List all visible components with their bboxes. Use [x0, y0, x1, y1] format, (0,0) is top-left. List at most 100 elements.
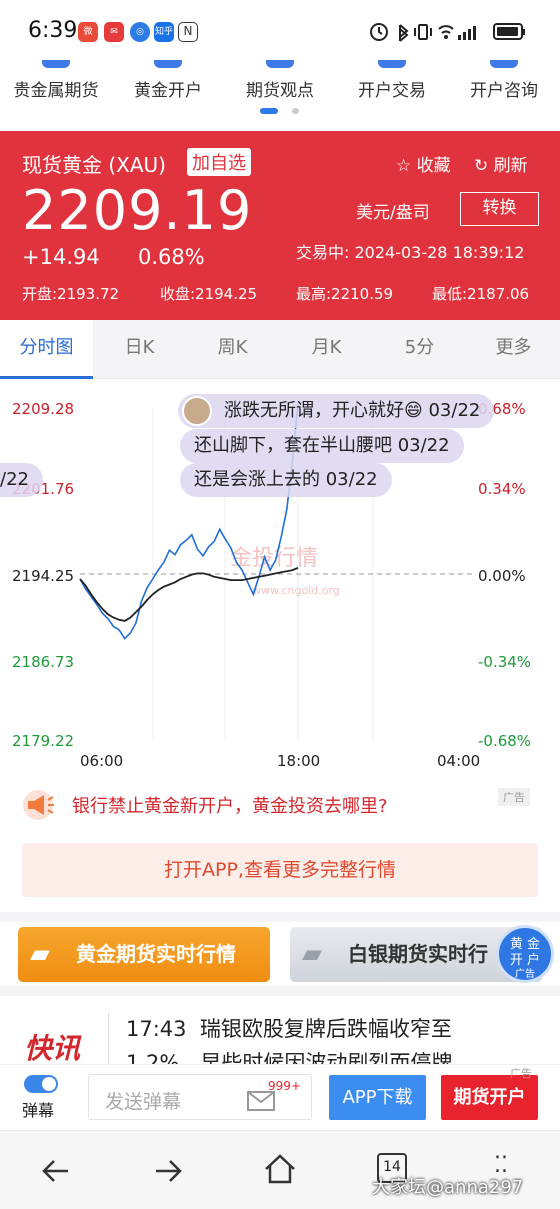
section-divider	[0, 986, 560, 996]
browser-nav-bar: 14 ⁚⁚ 大家坛@anna297	[0, 1130, 560, 1209]
star-icon: ☆	[396, 156, 412, 176]
danmu-bubble: 还是会涨上去的 03/22	[180, 463, 392, 497]
news-time: 17:43	[126, 1017, 187, 1041]
chart-watermark-url: www.cngold.org	[252, 584, 340, 597]
intraday-chart: 金投行情 www.cngold.org 2209.28 2201.76 2194…	[0, 380, 560, 780]
alarm-icon	[370, 23, 388, 41]
gold-account-float-button[interactable]: 黄 金 开 户 广告	[496, 925, 554, 983]
gold-bar-icon: ▰	[30, 939, 50, 969]
nav-item-consult[interactable]: 开户咨询	[448, 76, 560, 101]
convert-button[interactable]: 转换	[460, 192, 539, 226]
tab-intraday[interactable]: 分时图	[0, 320, 93, 379]
tab-5min[interactable]: 5分	[373, 320, 466, 379]
megaphone-icon	[23, 790, 54, 820]
chart-tabs: 分时图 日K 周K 月K 5分 更多	[0, 320, 560, 379]
vibrate-icon	[414, 24, 432, 40]
danmu-input-bar: 弹幕 发送弹幕 999+ APP下载 期货开户 广告	[0, 1064, 560, 1130]
battery-icon	[493, 23, 525, 40]
danmu-bubble: 涨跌无所谓，开心就好😄 03/22	[178, 394, 495, 428]
nav-icon-stub	[378, 60, 406, 68]
nav-item-precious-metals[interactable]: 贵金属期货	[0, 76, 112, 101]
flash-news-badge: 快讯	[24, 1032, 81, 1065]
low-price: 最低:2187.06	[432, 285, 530, 303]
ad-tag: 广告	[510, 1067, 532, 1080]
back-icon[interactable]	[38, 1153, 74, 1189]
nav-item-gold-account[interactable]: 黄金开户	[112, 76, 224, 101]
price-unit: 美元/盎司	[356, 203, 430, 223]
status-bar: 6:39 微 ✉ ◎ 知乎 N	[0, 0, 560, 64]
app-download-button[interactable]: APP下载	[329, 1075, 426, 1120]
danmu-toggle[interactable]	[24, 1075, 58, 1093]
nav-icon-stub	[490, 60, 518, 68]
top-nav: 贵金属期货 黄金开户 期货观点 开户交易 开户咨询	[0, 60, 560, 130]
quote-header: 现货黄金 (XAU) 加自选 ☆ 收藏 ↻ 刷新 2209.19 美元/盎司 转…	[0, 131, 560, 320]
wifi-icon	[438, 25, 454, 39]
x-label-1: 18:00	[277, 752, 321, 770]
tab-more[interactable]: 更多	[467, 320, 560, 379]
avatar	[182, 396, 212, 426]
carousel-dot	[292, 108, 299, 114]
nav-icon-stub	[266, 60, 294, 68]
add-watchlist-button[interactable]: 加自选	[187, 148, 251, 176]
float-line-2: 开 户	[509, 953, 541, 968]
y-label-left-3: 2186.73	[12, 653, 75, 671]
news-item: 17:43 瑞银欧股复牌后跌幅收窄至	[126, 1013, 452, 1043]
instrument-name: 现货黄金 (XAU)	[22, 153, 166, 177]
y-label-left-0: 2209.28	[12, 400, 75, 418]
favorite-button[interactable]: ☆ 收藏	[396, 151, 451, 176]
tab-monthly[interactable]: 月K	[280, 320, 373, 379]
y-label-left-2: 2194.25	[12, 567, 75, 585]
y-label-right-4: -0.68%	[478, 732, 532, 750]
high-price: 最高:2210.59	[296, 285, 394, 303]
news-divider	[108, 1013, 109, 1067]
refresh-button[interactable]: ↻ 刷新	[474, 151, 528, 176]
nav-item-futures-view[interactable]: 期货观点	[224, 76, 336, 101]
ad-tag: 广告	[498, 788, 530, 806]
message-badge: 999+	[268, 1079, 301, 1093]
danmu-bubble: 还山脚下，套在半山腰吧 03/22	[180, 429, 464, 463]
y-label-right-2: 0.00%	[478, 567, 526, 585]
open-app-button[interactable]: 打开APP,查看更多完整行情	[22, 843, 538, 897]
forum-watermark: 大家坛@anna297	[372, 1177, 524, 1198]
quote-datetime: 2024-03-28 18:39:12	[354, 243, 525, 262]
zhihu-icon: 知乎	[154, 22, 174, 42]
news-flash[interactable]: 快讯 17:43 瑞银欧股复牌后跌幅收窄至 1.2%，早些时候因波动剧烈而停牌	[0, 997, 560, 1067]
gold-futures-label: 黄金期货实时行情	[76, 942, 236, 966]
nav-icon-stub	[42, 60, 70, 68]
tab-daily[interactable]: 日K	[93, 320, 186, 379]
bluetooth-icon	[399, 24, 409, 42]
nfc-icon: N	[178, 22, 198, 42]
news-title: 瑞银欧股复牌后跌幅收窄至	[199, 1017, 452, 1041]
section-divider	[0, 912, 560, 922]
trade-status-label: 交易中:	[296, 243, 350, 262]
float-ad-tag: 广告	[515, 969, 535, 980]
status-time: 6:39	[28, 18, 78, 43]
danmu-label: 弹幕	[22, 1101, 55, 1120]
trade-status: 交易中: 2024-03-28 18:39:12	[296, 239, 524, 263]
nav-item-open-trade[interactable]: 开户交易	[336, 76, 448, 101]
tab-weekly[interactable]: 周K	[186, 320, 279, 379]
nav-icon-stub	[154, 60, 182, 68]
ad-text: 银行禁止黄金新开户，黄金投资去哪里?	[72, 796, 388, 817]
x-label-2: 04:00	[437, 752, 481, 770]
price-change-pct: 0.68%	[138, 245, 205, 269]
forward-icon[interactable]	[150, 1153, 186, 1189]
y-label-right-3: -0.34%	[478, 653, 532, 671]
gold-futures-button[interactable]: ▰ 黄金期货实时行情	[18, 927, 270, 982]
silver-futures-label: 白银期货实时行	[348, 942, 488, 966]
danmu-text: 涨跌无所谓，开心就好😄 03/22	[224, 400, 481, 421]
current-price: 2209.19	[22, 179, 253, 242]
favorite-label: 收藏	[416, 156, 451, 176]
close-price: 收盘:2194.25	[160, 285, 258, 303]
y-label-right-1: 0.34%	[478, 480, 526, 498]
futures-open-button[interactable]: 期货开户	[441, 1075, 538, 1120]
shield-icon: ◎	[130, 22, 150, 42]
danmu-bubble: /22	[0, 463, 43, 497]
status-right-icons	[370, 23, 525, 42]
signal-icon	[458, 26, 476, 40]
y-label-left-4: 2179.22	[12, 732, 75, 750]
open-price: 开盘:2193.72	[22, 285, 120, 303]
ad-banner[interactable]: 银行禁止黄金新开户，黄金投资去哪里? 广告	[20, 784, 538, 828]
price-change: +14.94	[22, 245, 100, 269]
home-icon[interactable]	[262, 1151, 298, 1187]
